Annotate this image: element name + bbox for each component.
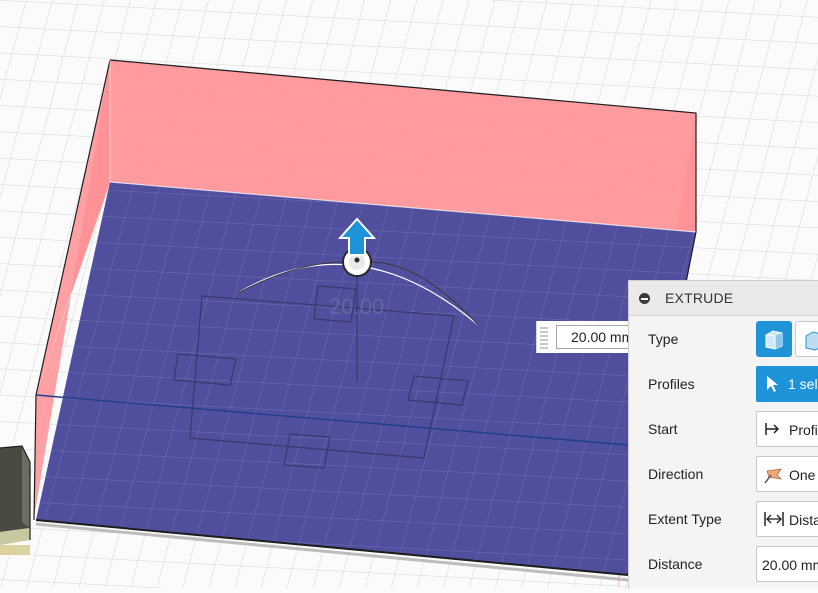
profiles-value: 1 selected (788, 376, 818, 392)
solid-extrude-button[interactable] (756, 321, 792, 357)
distance-heads-up-input[interactable] (536, 321, 666, 353)
extent-type-label: Extent Type (648, 511, 722, 527)
dialog-title: EXTRUDE (665, 290, 734, 306)
type-row: Type (629, 317, 818, 362)
dialog-header[interactable]: EXTRUDE (629, 281, 818, 316)
distance-field[interactable]: 20.00 mm (756, 546, 818, 582)
direction-flag-icon (764, 468, 783, 484)
adjacent-body[interactable] (0, 445, 31, 555)
extent-type-value: Distance (789, 512, 818, 528)
start-value: Profile Plane (789, 422, 818, 438)
cursor-arrow-icon (767, 376, 778, 392)
profiles-label: Profiles (648, 376, 695, 392)
dimension-label: 20.00 (329, 294, 384, 319)
direction-dropdown[interactable]: One Side (756, 456, 818, 492)
surface-extrude-icon (805, 331, 818, 351)
profiles-selection-button[interactable]: 1 selected (756, 366, 818, 402)
start-dropdown[interactable]: Profile Plane (756, 411, 818, 447)
direction-label: Direction (648, 466, 704, 482)
extrude-dialog: EXTRUDE Type Profiles 1 selected St (628, 280, 818, 589)
distance-row: Distance 20.00 mm (629, 542, 818, 587)
distance-label: Distance (648, 556, 703, 572)
distance-extent-icon (764, 512, 784, 526)
start-arrow-icon (765, 423, 780, 435)
direction-value: One Side (789, 467, 818, 483)
drag-grip-icon[interactable] (540, 327, 548, 349)
extent-type-row: Extent Type Distance (629, 497, 818, 542)
collapse-icon[interactable] (639, 293, 650, 304)
type-label: Type (648, 331, 679, 347)
extent-type-dropdown[interactable]: Distance (756, 501, 818, 537)
start-label: Start (648, 421, 678, 437)
direction-row: Direction One Side (629, 452, 818, 497)
start-row: Start Profile Plane (629, 407, 818, 452)
solid-extrude-icon (765, 330, 783, 350)
profiles-row: Profiles 1 selected (629, 362, 818, 407)
distance-value[interactable]: 20.00 mm (762, 557, 818, 573)
surface-extrude-button[interactable] (795, 321, 818, 357)
